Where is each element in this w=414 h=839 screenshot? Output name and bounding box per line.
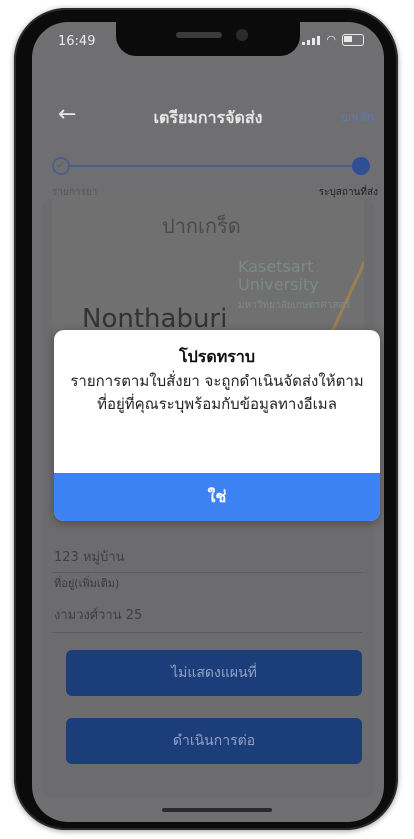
dialog-confirm-button[interactable]: ใช่ [54,473,380,521]
hide-map-button[interactable]: ไม่แสดงแผนที่ [66,650,362,696]
progress-stepper: ✓ รายการยา ระบุสถานที่ส่ง [52,155,378,198]
map-label-kasetsart: Kasetsart University มหาวิทยาลัยเกษตรศาส… [238,258,364,315]
extra-address-label: ที่อยู่(เพิ่มเติม) [54,577,120,590]
step-complete-icon: ✓ [52,157,70,175]
map-label-pakkret: ปากเกร็ด [162,214,241,238]
signal-icon [302,35,321,45]
home-indicator [162,808,272,812]
stepper-line [66,165,356,167]
cancel-button[interactable]: ยกเลิก [341,108,374,127]
dialog-title: โปรดทราบ [178,347,255,366]
notice-dialog: โปรดทราบ รายการตามใบสั่งยา จะถูกดำเนินจั… [54,330,380,521]
continue-button[interactable]: ดำเนินการต่อ [66,718,362,764]
address-field[interactable]: 123 หมู่บ้าน [52,532,362,573]
extra-address-field[interactable]: งามวงศ์วาน 25 [52,592,362,633]
map-label-kasetsart-th: มหาวิทยาลัยเกษตรศาสตร์ [238,300,351,311]
camera-icon [236,29,248,41]
address-value: 123 หมู่บ้าน [54,550,125,565]
device-notch [116,22,300,56]
speaker-grill [176,32,222,38]
map-view[interactable]: ปากเกร็ด Kasetsart University มหาวิทยาลั… [52,198,364,338]
step-current-indicator [352,157,370,175]
page-title: เตรียมการจัดส่ง [153,108,263,127]
extra-address-value: งามวงศ์วาน 25 [54,608,143,623]
battery-icon [342,33,364,46]
wifi-icon: ◠ [326,33,336,46]
map-label-kasetsart-en: Kasetsart University [238,257,319,294]
dialog-message: รายการตามใบสั่งยา จะถูกดำเนินจัดส่งให้ตา… [70,372,364,413]
nav-header: ← เตรียมการจัดส่ง ยกเลิก [32,94,384,134]
status-time: 16:49 [58,34,96,49]
status-icons: ◠ [302,33,364,46]
